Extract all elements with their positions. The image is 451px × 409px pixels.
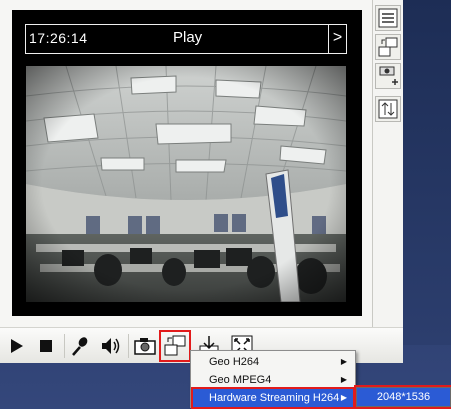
ptz-camera-button[interactable] (375, 63, 401, 89)
info-expand-button[interactable]: > (328, 25, 346, 53)
swap-stream-button[interactable] (375, 34, 401, 60)
submenu-item-resolution[interactable]: 2048*1536 (354, 385, 451, 409)
resolution-label: 2048*1536 (376, 391, 431, 403)
list-view-button[interactable] (375, 5, 401, 31)
snapshot-button[interactable] (131, 332, 159, 360)
microphone-button[interactable] (66, 332, 94, 360)
speaker-button[interactable] (97, 332, 125, 360)
video-info-bar: 17:26:14 Play > (25, 24, 347, 54)
play-icon (11, 339, 23, 353)
snapshot-icon (134, 338, 156, 355)
side-toolbar (373, 0, 403, 327)
menu-item-label: Hardware Streaming H264 (209, 392, 340, 404)
background-strip (403, 0, 451, 345)
stream-switch-icon (164, 335, 186, 356)
stop-button[interactable] (32, 332, 60, 360)
submenu-arrow-icon: ▶ (340, 357, 347, 366)
camera-feed-image[interactable] (26, 66, 346, 302)
play-button[interactable] (2, 332, 30, 360)
sync-button[interactable] (375, 96, 401, 122)
sync-icon (378, 99, 398, 119)
submenu-arrow-icon: ▶ (340, 375, 347, 384)
microphone-icon (72, 337, 88, 356)
stream-format-menu: Geo H264 ▶ Geo MPEG4 ▶ Hardware Streamin… (190, 350, 356, 409)
ptz-camera-icon (379, 66, 398, 85)
toolbar-divider (64, 334, 65, 358)
toolbar-divider (128, 334, 129, 358)
timestamp: 17:26:14 (29, 30, 88, 46)
menu-item-label: Geo MPEG4 (209, 374, 272, 386)
camera-feed-scene (26, 66, 346, 302)
stream-switch-button[interactable] (159, 330, 191, 362)
menu-item-geo-h264[interactable]: Geo H264 ▶ (193, 353, 353, 371)
stop-icon (40, 340, 52, 352)
speaker-icon (102, 338, 120, 354)
submenu-arrow-icon: ▶ (340, 393, 347, 402)
menu-item-hardware-streaming-h264[interactable]: Hardware Streaming H264 ▶ (191, 387, 355, 409)
swap-stream-icon (378, 37, 398, 57)
playback-status: Play (173, 29, 203, 46)
menu-item-label: Geo H264 (209, 356, 260, 368)
menu-item-geo-mpeg4[interactable]: Geo MPEG4 ▶ (193, 371, 353, 389)
list-view-icon (378, 8, 398, 28)
